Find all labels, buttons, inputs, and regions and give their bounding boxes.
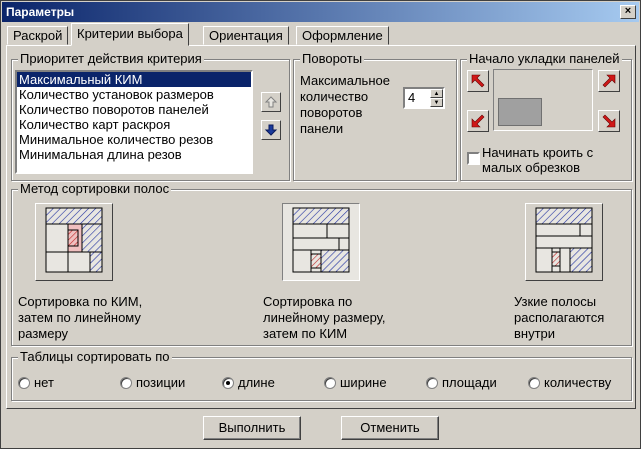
rotations-label-line1: Максимальное — [300, 73, 390, 88]
radio-quantity-label[interactable]: количеству — [544, 376, 611, 390]
radio-position-label[interactable]: позиции — [136, 376, 185, 390]
table-sort-legend: Таблицы сортировать по — [18, 349, 172, 364]
sort-option-kim-caption-line3: размеру — [18, 326, 69, 341]
start-top-left-button[interactable] — [467, 70, 489, 92]
arrow-up-icon — [264, 96, 278, 108]
sort-option-kim-caption-line2: затем по линейному — [18, 310, 141, 325]
rotations-label-line3: поворотов — [300, 105, 363, 120]
start-bottom-left-button[interactable] — [467, 110, 489, 132]
move-up-button[interactable] — [261, 92, 281, 112]
priority-list[interactable]: Максимальный КИМ Количество установок ра… — [15, 70, 253, 174]
execute-button[interactable]: Выполнить — [203, 416, 301, 440]
tab-design[interactable]: Оформление — [296, 26, 389, 45]
layout-narrow-inside-icon — [535, 207, 593, 273]
radio-area-label[interactable]: площади — [442, 376, 497, 390]
list-item[interactable]: Количество карт раскроя — [17, 117, 251, 132]
dialog-window: Параметры × Раскрой Критерии выбора Орие… — [0, 0, 641, 449]
small-offcuts-label-line1: Начинать кроить с — [482, 145, 594, 160]
cancel-button[interactable]: Отменить — [341, 416, 439, 440]
sort-option-linear-caption-line3: затем по КИМ — [263, 326, 348, 341]
spin-down-button[interactable]: ▼ — [430, 98, 443, 107]
radio-length[interactable] — [222, 377, 234, 389]
small-offcuts-label-line2: малых обрезков — [482, 160, 580, 175]
start-top-right-button[interactable] — [598, 70, 620, 92]
sort-option-narrow-caption-line1: Узкие полосы — [514, 294, 597, 309]
list-item[interactable]: Минимальная длина резов — [17, 147, 251, 162]
rotations-value[interactable]: 4 — [408, 90, 415, 106]
radio-length-label[interactable]: длине — [238, 376, 275, 390]
list-item[interactable]: Количество установок размеров — [17, 87, 251, 102]
rotations-spinner[interactable]: 4 ▲ ▼ — [403, 87, 445, 109]
priority-legend: Приоритет действия критерия — [18, 51, 204, 66]
start-preview — [493, 69, 593, 131]
small-offcuts-checkbox[interactable] — [467, 152, 480, 165]
sort-option-kim-caption-line1: Сортировка по КИМ, — [18, 294, 143, 309]
arrow-top-right-icon — [602, 74, 616, 88]
layout-kim-icon — [45, 207, 103, 273]
list-item[interactable]: Количество поворотов панелей — [17, 102, 251, 117]
sort-option-linear-button[interactable] — [282, 203, 360, 281]
sort-option-narrow-caption-line2: располагаются — [514, 310, 605, 325]
radio-width-label[interactable]: ширине — [340, 376, 387, 390]
start-bottom-right-button[interactable] — [598, 110, 620, 132]
list-item[interactable]: Максимальный КИМ — [17, 72, 251, 87]
rotations-label-line2: количество — [300, 89, 369, 104]
arrow-bottom-left-icon — [471, 114, 485, 128]
spin-up-button[interactable]: ▲ — [430, 89, 443, 98]
window-title: Параметры — [6, 5, 75, 19]
list-item[interactable]: Минимальное количество резов — [17, 132, 251, 147]
radio-none-label[interactable]: нет — [34, 376, 54, 390]
tab-orientation[interactable]: Ориентация — [203, 26, 289, 45]
tab-selection-criteria[interactable]: Критерии выбора — [71, 23, 189, 46]
rotations-label-line4: панели — [300, 121, 344, 136]
sort-option-linear-caption-line2: линейному размеру, — [263, 310, 386, 325]
radio-area[interactable] — [426, 377, 438, 389]
rotations-legend: Повороты — [300, 51, 365, 66]
start-corner-indicator — [498, 98, 542, 126]
sort-legend: Метод сортировки полос — [18, 181, 172, 196]
title-bar[interactable]: Параметры × — [2, 2, 639, 22]
tab-raskroy[interactable]: Раскрой — [7, 26, 69, 45]
layout-linear-icon — [292, 207, 350, 273]
arrow-top-left-icon — [471, 74, 485, 88]
radio-width[interactable] — [324, 377, 336, 389]
radio-position[interactable] — [120, 377, 132, 389]
sort-option-narrow-caption-line3: внутри — [514, 326, 556, 341]
arrow-bottom-right-icon — [602, 114, 616, 128]
sort-option-kim-button[interactable] — [35, 203, 113, 281]
sort-option-linear-caption-line1: Сортировка по — [263, 294, 353, 309]
close-button[interactable]: × — [620, 5, 636, 19]
start-legend: Начало укладки панелей — [467, 51, 622, 66]
arrow-down-icon — [264, 124, 278, 136]
radio-none[interactable] — [18, 377, 30, 389]
move-down-button[interactable] — [261, 120, 281, 140]
sort-option-narrow-inside-button[interactable] — [525, 203, 603, 281]
radio-quantity[interactable] — [528, 377, 540, 389]
